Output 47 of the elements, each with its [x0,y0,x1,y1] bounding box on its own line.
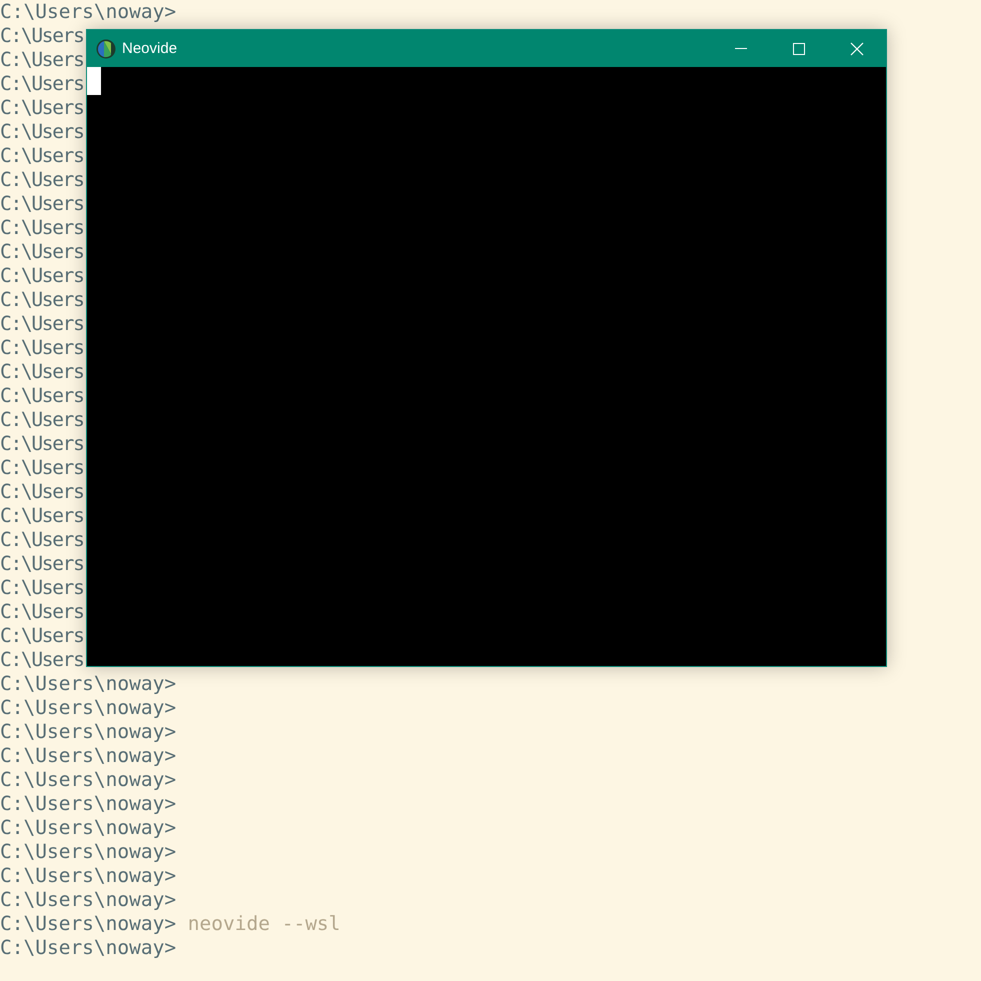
prompt-text: C:\Users\noway> [0,744,176,768]
prompt-text: C:\Users\noway> [0,696,176,720]
prompt-text: C:\Users\noway> [0,912,176,936]
prompt-text: C:\Users [0,528,84,552]
prompt-text: C:\Users\noway> [0,864,176,888]
prompt-text: C:\Users [0,72,84,96]
prompt-text: C:\Users [0,432,84,456]
prompt-text: C:\Users [0,624,84,648]
command-text: neovide --wsl [188,912,340,936]
prompt-text: C:\Users [0,408,84,432]
prompt-text: C:\Users [0,96,84,120]
prompt-text: C:\Users\noway> [0,0,176,24]
prompt-text: C:\Users [0,312,84,336]
prompt-text: C:\Users [0,384,84,408]
prompt-text: C:\Users [0,480,84,504]
prompt-text: C:\Users [0,192,84,216]
prompt-text: C:\Users [0,168,84,192]
text-cursor [87,67,101,95]
prompt-text: C:\Users\noway> [0,888,176,912]
prompt-text: C:\Users\noway> [0,792,176,816]
close-icon [850,42,864,56]
prompt-text: C:\Users [0,648,84,672]
prompt-text: C:\Users\noway> [0,840,176,864]
prompt-text: C:\Users\noway> [0,720,176,744]
prompt-text: C:\Users [0,264,84,288]
prompt-text: C:\Users [0,456,84,480]
minimize-icon [735,48,747,49]
prompt-text: C:\Users [0,48,84,72]
prompt-text: C:\Users [0,24,84,48]
prompt-text: C:\Users\noway> [0,936,176,960]
prompt-text: C:\Users\noway> [0,816,176,840]
prompt-text: C:\Users [0,120,84,144]
prompt-text: C:\Users [0,336,84,360]
prompt-text: C:\Users [0,240,84,264]
prompt-text: C:\Users [0,504,84,528]
prompt-text: C:\Users\noway> [0,672,176,696]
prompt-text: C:\Users\noway> [0,768,176,792]
prompt-text: C:\Users [0,216,84,240]
maximize-icon [792,42,806,56]
prompt-text: C:\Users [0,360,84,384]
logo-icon [96,38,116,58]
prompt-text: C:\Users [0,600,84,624]
prompt-text: C:\Users [0,576,84,600]
prompt-text: C:\Users [0,288,84,312]
window-title: Neovide [122,40,178,57]
prompt-text: C:\Users [0,552,84,576]
prompt-text: C:\Users [0,144,84,168]
